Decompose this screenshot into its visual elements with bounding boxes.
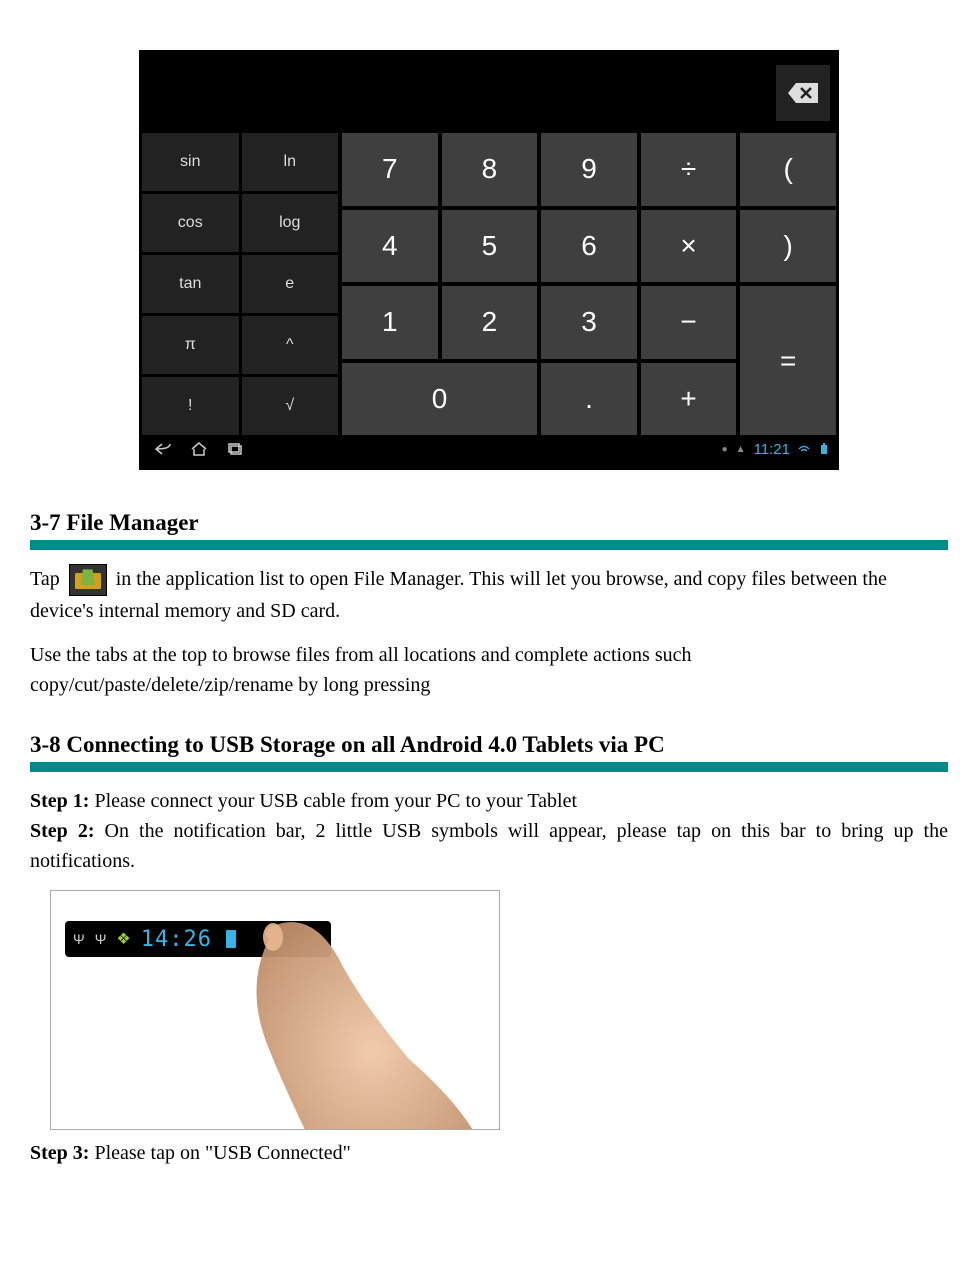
factorial-button[interactable]: ! bbox=[142, 377, 239, 435]
android-navbar: ● ▲ 11:21 bbox=[142, 435, 836, 463]
calculator-screenshot: sin ln cos log tan e π ^ ! √ 7 8 9 ÷ ( 4… bbox=[139, 50, 839, 470]
key-close-paren[interactable]: ) bbox=[740, 210, 836, 283]
key-plus[interactable]: + bbox=[641, 363, 737, 436]
battery-icon bbox=[818, 443, 830, 455]
cos-button[interactable]: cos bbox=[142, 194, 239, 252]
hand-pointer-icon bbox=[229, 919, 489, 1130]
caret-button[interactable]: ^ bbox=[242, 316, 339, 374]
backspace-icon bbox=[786, 81, 820, 105]
sin-button[interactable]: sin bbox=[142, 133, 239, 191]
key-equals[interactable]: = bbox=[740, 286, 836, 435]
step3: Step 3: Please tap on "USB Connected" bbox=[30, 1138, 948, 1168]
file-manager-icon bbox=[69, 564, 107, 596]
ln-button[interactable]: ln bbox=[242, 133, 339, 191]
key-divide[interactable]: ÷ bbox=[641, 133, 737, 206]
pi-button[interactable]: π bbox=[142, 316, 239, 374]
para1-pre: Tap bbox=[30, 568, 60, 590]
key-3[interactable]: 3 bbox=[541, 286, 637, 359]
notification-figure: Ψ Ψ ❖ 14:26 bbox=[50, 890, 500, 1130]
divider bbox=[30, 540, 948, 550]
key-9[interactable]: 9 bbox=[541, 133, 637, 206]
key-8[interactable]: 8 bbox=[442, 133, 538, 206]
step2-text: On the notification bar, 2 little USB sy… bbox=[30, 820, 948, 872]
key-minus[interactable]: − bbox=[641, 286, 737, 359]
recent-icon[interactable] bbox=[226, 442, 244, 456]
notification-dot-icon: ● bbox=[722, 444, 728, 455]
para1-post: in the application list to open File Man… bbox=[30, 568, 887, 622]
key-4[interactable]: 4 bbox=[342, 210, 438, 283]
scientific-keys: sin ln cos log tan e π ^ ! √ bbox=[142, 133, 338, 435]
status-time: 11:21 bbox=[754, 441, 790, 458]
key-2[interactable]: 2 bbox=[442, 286, 538, 359]
usb-icon: Ψ bbox=[95, 931, 107, 947]
file-manager-para1: Tap in the application list to open File… bbox=[30, 564, 948, 626]
section-title-file-manager: 3-7 File Manager bbox=[30, 510, 948, 536]
android-icon: ❖ bbox=[116, 929, 130, 949]
wifi-icon bbox=[798, 443, 810, 455]
sqrt-button[interactable]: √ bbox=[242, 377, 339, 435]
step1: Step 1: Please connect your USB cable fr… bbox=[30, 786, 948, 816]
key-7[interactable]: 7 bbox=[342, 133, 438, 206]
step1-label: Step 1: bbox=[30, 790, 89, 812]
calculator-display bbox=[142, 53, 836, 131]
step1-text: Please connect your USB cable from your … bbox=[89, 790, 577, 812]
key-dot[interactable]: . bbox=[541, 363, 637, 436]
key-5[interactable]: 5 bbox=[442, 210, 538, 283]
key-0[interactable]: 0 bbox=[342, 363, 537, 436]
home-icon[interactable] bbox=[190, 442, 208, 456]
section-title-usb: 3-8 Connecting to USB Storage on all And… bbox=[30, 732, 948, 758]
step2: Step 2: On the notification bar, 2 littl… bbox=[30, 816, 948, 876]
e-button[interactable]: e bbox=[242, 255, 339, 313]
key-6[interactable]: 6 bbox=[541, 210, 637, 283]
step3-text: Please tap on "USB Connected" bbox=[89, 1142, 350, 1164]
notification-time: 14:26 bbox=[141, 927, 212, 952]
log-button[interactable]: log bbox=[242, 194, 339, 252]
key-multiply[interactable]: × bbox=[641, 210, 737, 283]
step3-label: Step 3: bbox=[30, 1142, 89, 1164]
warning-icon: ▲ bbox=[736, 444, 746, 455]
key-open-paren[interactable]: ( bbox=[740, 133, 836, 206]
key-1[interactable]: 1 bbox=[342, 286, 438, 359]
back-icon[interactable] bbox=[154, 442, 172, 456]
step2-label: Step 2: bbox=[30, 820, 95, 842]
file-manager-para2: Use the tabs at the top to browse files … bbox=[30, 640, 948, 700]
tan-button[interactable]: tan bbox=[142, 255, 239, 313]
backspace-button[interactable] bbox=[776, 65, 830, 121]
divider bbox=[30, 762, 948, 772]
numeric-keys: 7 8 9 ÷ ( 4 5 6 × ) 1 2 3 − = 0 . + bbox=[342, 133, 836, 435]
usb-icon: Ψ bbox=[73, 931, 85, 947]
